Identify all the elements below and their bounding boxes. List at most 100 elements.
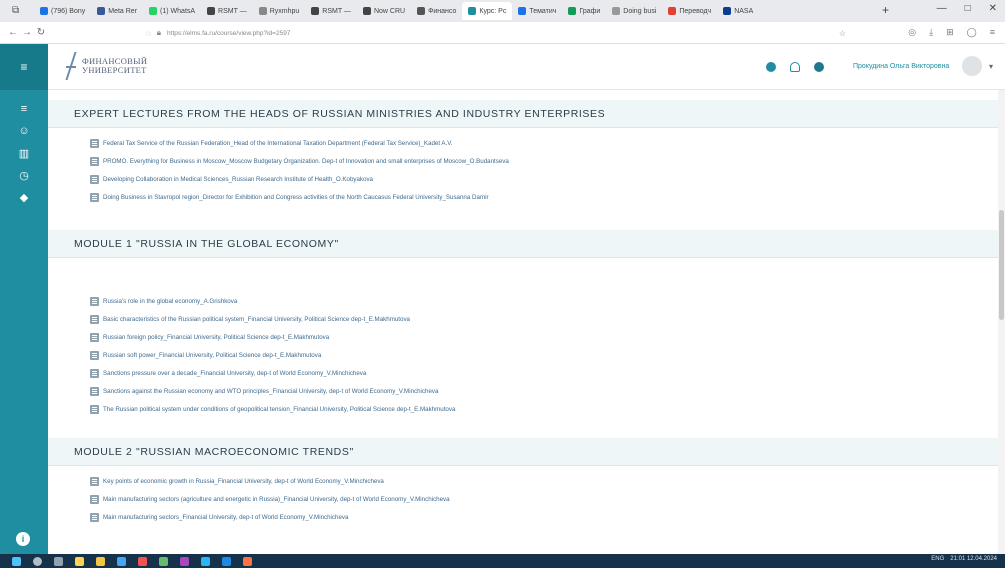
back-icon[interactable]: ← (6, 27, 20, 38)
resource-link[interactable]: Sanctions against the Russian economy an… (48, 382, 998, 400)
reload-icon[interactable]: ↻ (34, 27, 48, 38)
os-taskbar: ENG 21:01 12.04.2024 (0, 554, 1005, 568)
new-tab-button[interactable]: + (882, 3, 889, 17)
windows-start-icon[interactable] (12, 556, 21, 566)
search-icon[interactable] (33, 556, 42, 566)
file-icon (90, 156, 99, 166)
browser-toolbar-icons: ◎ ⤓ ⊞ ◯ ≡ (908, 27, 995, 38)
app-icon[interactable] (180, 556, 189, 566)
resource-link[interactable]: Russian soft power_Financial University,… (48, 346, 998, 364)
browser-tab[interactable]: Переводч (662, 2, 717, 20)
edge-icon[interactable] (117, 556, 126, 566)
resource-title: Federal Tax Service of the Russian Feder… (103, 139, 453, 147)
logo-text: ФИНАНСОВЫЙ УНИВЕРСИТЕТ (82, 57, 147, 75)
browser-tab[interactable]: Финансо (411, 2, 462, 20)
mail-icon[interactable] (201, 556, 210, 566)
file-icon (90, 494, 99, 504)
library-icon[interactable]: ⊞ (946, 27, 954, 38)
close-button[interactable]: ✕ (989, 3, 997, 14)
resource-link[interactable]: Developing Collaboration in Medical Scie… (48, 170, 998, 188)
menu-icon[interactable]: ≡ (990, 27, 995, 38)
resource-link[interactable]: Sanctions pressure over a decade_Financi… (48, 364, 998, 382)
resource-link[interactable]: Federal Tax Service of the Russian Feder… (48, 134, 998, 152)
scrollbar-thumb[interactable] (999, 210, 1004, 320)
chrome-icon[interactable] (159, 556, 168, 566)
browser-tab[interactable]: Meta Rer (91, 2, 143, 20)
browser-tab[interactable]: RSMT — (305, 2, 357, 20)
tab-label: Ryxmhpu (269, 7, 300, 15)
url-text: https://elms.fa.ru/course/view.php?id=25… (167, 29, 291, 37)
resource-link[interactable]: The Russian political system under condi… (48, 400, 998, 418)
pocket-icon[interactable]: ◎ (908, 27, 916, 38)
explorer-icon[interactable] (96, 556, 105, 566)
tab-favicon-icon (518, 7, 527, 15)
resource-link[interactable]: Basic characteristics of the Russian pol… (48, 310, 998, 328)
download-icon[interactable]: ⤓ (929, 27, 933, 38)
browser-tab[interactable]: Doing busi (606, 2, 662, 20)
browser-tab[interactable]: (1) WhatsA (143, 2, 201, 20)
tab-label: Meta Rer (108, 7, 138, 15)
bell-icon[interactable] (790, 62, 800, 72)
user-name[interactable]: Прокудина Ольга Викторовна (853, 63, 949, 70)
file-icon (90, 332, 99, 342)
maximize-button[interactable]: □ (965, 3, 971, 14)
account-icon[interactable]: ◯ (967, 27, 977, 38)
clock-icon[interactable]: ◷ (0, 164, 48, 186)
browser-tab[interactable]: RSMT — (201, 2, 253, 20)
browser-tab[interactable]: Графи (562, 2, 606, 20)
file-icon (90, 138, 99, 148)
dashboard-icon[interactable]: ≡ (0, 98, 48, 120)
chat-icon[interactable] (814, 62, 824, 72)
store-icon[interactable] (75, 556, 84, 566)
resource-link[interactable]: Russian foreign policy_Financial Univers… (48, 328, 998, 346)
cap-icon[interactable]: ◆ (0, 186, 48, 208)
resource-title: Developing Collaboration in Medical Scie… (103, 175, 373, 183)
minimize-button[interactable]: — (937, 3, 947, 14)
book-icon[interactable]: ▥ (0, 142, 48, 164)
url-field[interactable]: ◌ 🔒︎ https://elms.fa.ru/course/view.php?… (146, 26, 846, 40)
users-icon[interactable]: ☺ (0, 120, 48, 142)
avatar[interactable] (962, 56, 982, 76)
resource-link[interactable]: Main manufacturing sectors (agriculture … (48, 490, 998, 508)
resource-title: Main manufacturing sectors (agriculture … (103, 495, 450, 503)
firefox-icon[interactable] (243, 556, 252, 566)
scrollbar[interactable] (998, 90, 1005, 554)
tray-clock[interactable]: 21:01 12.04.2024 (950, 556, 997, 562)
tab-favicon-icon (97, 7, 106, 15)
tab-label: Тематич (529, 7, 557, 15)
tab-favicon-icon (568, 7, 577, 15)
resource-title: The Russian political system under condi… (103, 405, 456, 413)
lock-icon: 🔒︎ (156, 28, 162, 37)
bookmark-star-icon[interactable]: ☆ (839, 29, 846, 38)
tab-favicon-icon (668, 7, 677, 15)
browser-tab[interactable]: Тематич (512, 2, 562, 20)
hamburger-icon[interactable]: ≡ (0, 44, 48, 90)
office-icon[interactable] (138, 556, 147, 566)
resource-title: Basic characteristics of the Russian pol… (103, 315, 410, 323)
resource-link[interactable]: Russia's role in the global economy_A.Gr… (48, 292, 998, 310)
chevron-down-icon[interactable]: ▾ (989, 62, 993, 71)
resource-title: Russian soft power_Financial University,… (103, 351, 322, 359)
tab-actions-icon[interactable]: ⧉ (12, 5, 24, 17)
section-resource-list: Federal Tax Service of the Russian Feder… (48, 128, 998, 206)
resource-link[interactable]: Main manufacturing sectors_Financial Uni… (48, 508, 998, 526)
browser-tab[interactable]: NASA (717, 2, 759, 20)
tab-favicon-icon (417, 7, 426, 15)
section-title: MODULE 2 "RUSSIAN MACROECONOMIC TRENDS" (48, 438, 998, 466)
section-resource-list: Russia's role in the global economy_A.Gr… (48, 258, 998, 418)
word-icon[interactable] (222, 556, 231, 566)
browser-tab[interactable]: Ryxmhpu (253, 2, 306, 20)
resource-link[interactable]: Key points of economic growth in Russia_… (48, 472, 998, 490)
resource-link[interactable]: Doing Business in Stavropol region_Direc… (48, 188, 998, 206)
browser-tab[interactable]: Курс: Рс (462, 2, 513, 20)
file-icon (90, 386, 99, 396)
globe-icon[interactable] (766, 62, 776, 72)
browser-tab[interactable]: (796) Bony (34, 2, 91, 20)
browser-tab[interactable]: Now CRU (357, 2, 411, 20)
task-view-icon[interactable] (54, 556, 63, 566)
forward-icon[interactable]: → (20, 27, 34, 38)
university-logo[interactable]: ФИНАНСОВЫЙ УНИВЕРСИТЕТ (64, 52, 147, 80)
info-icon[interactable]: i (16, 532, 30, 546)
resource-link[interactable]: PROMO. Everything for Business in Moscow… (48, 152, 998, 170)
tray-lang[interactable]: ENG (931, 556, 944, 562)
